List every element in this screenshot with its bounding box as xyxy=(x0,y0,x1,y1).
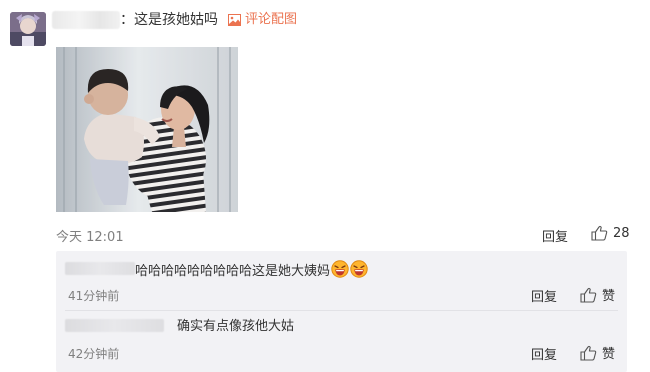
comment-text: ：这是孩她姑吗 xyxy=(120,12,218,28)
divider xyxy=(65,310,618,311)
comment-photo xyxy=(56,47,238,212)
reply-time: 41分钟前 xyxy=(68,289,120,303)
reply-button[interactable]: 回复 xyxy=(531,286,557,305)
laughing-emoji-icon xyxy=(350,260,368,283)
like-count: 28 xyxy=(613,225,630,241)
image-icon xyxy=(228,14,241,26)
comment-image-link[interactable]: 评论配图 xyxy=(228,11,297,29)
reply-username-blurred[interactable] xyxy=(65,262,135,275)
reply-list: 哈哈哈哈哈哈哈哈哈这是她大姨妈 41分钟前 回复 赞 确实有点像孩他大姑 42分… xyxy=(56,251,627,372)
like-button[interactable]: 赞 xyxy=(580,285,615,304)
thumbs-up-icon xyxy=(580,345,597,361)
like-button[interactable]: 28 xyxy=(591,225,630,241)
laughing-emoji-icon xyxy=(331,260,349,283)
reply-button[interactable]: 回复 xyxy=(531,344,557,363)
reply-text: 确实有点像孩他大姑 xyxy=(177,319,295,334)
thumbs-up-icon xyxy=(591,225,608,241)
reply-username-blurred[interactable] xyxy=(65,319,164,332)
comment-image-link-label: 评论配图 xyxy=(245,12,298,27)
username-blurred[interactable] xyxy=(52,11,120,29)
like-label: 赞 xyxy=(602,289,616,304)
avatar-image xyxy=(10,12,46,46)
comment-time: 今天 12:01 xyxy=(56,230,124,245)
like-button[interactable]: 赞 xyxy=(580,343,615,362)
thumbs-up-icon xyxy=(580,287,597,303)
reply-text-content: 哈哈哈哈哈哈哈哈哈这是她大姨妈 xyxy=(135,264,331,279)
avatar[interactable] xyxy=(10,12,46,46)
reply-button[interactable]: 回复 xyxy=(542,226,568,245)
like-label: 赞 xyxy=(602,347,616,362)
comment-image[interactable] xyxy=(56,47,238,212)
reply-text: 哈哈哈哈哈哈哈哈哈这是她大姨妈 xyxy=(135,260,368,283)
reply-time: 42分钟前 xyxy=(68,347,120,361)
